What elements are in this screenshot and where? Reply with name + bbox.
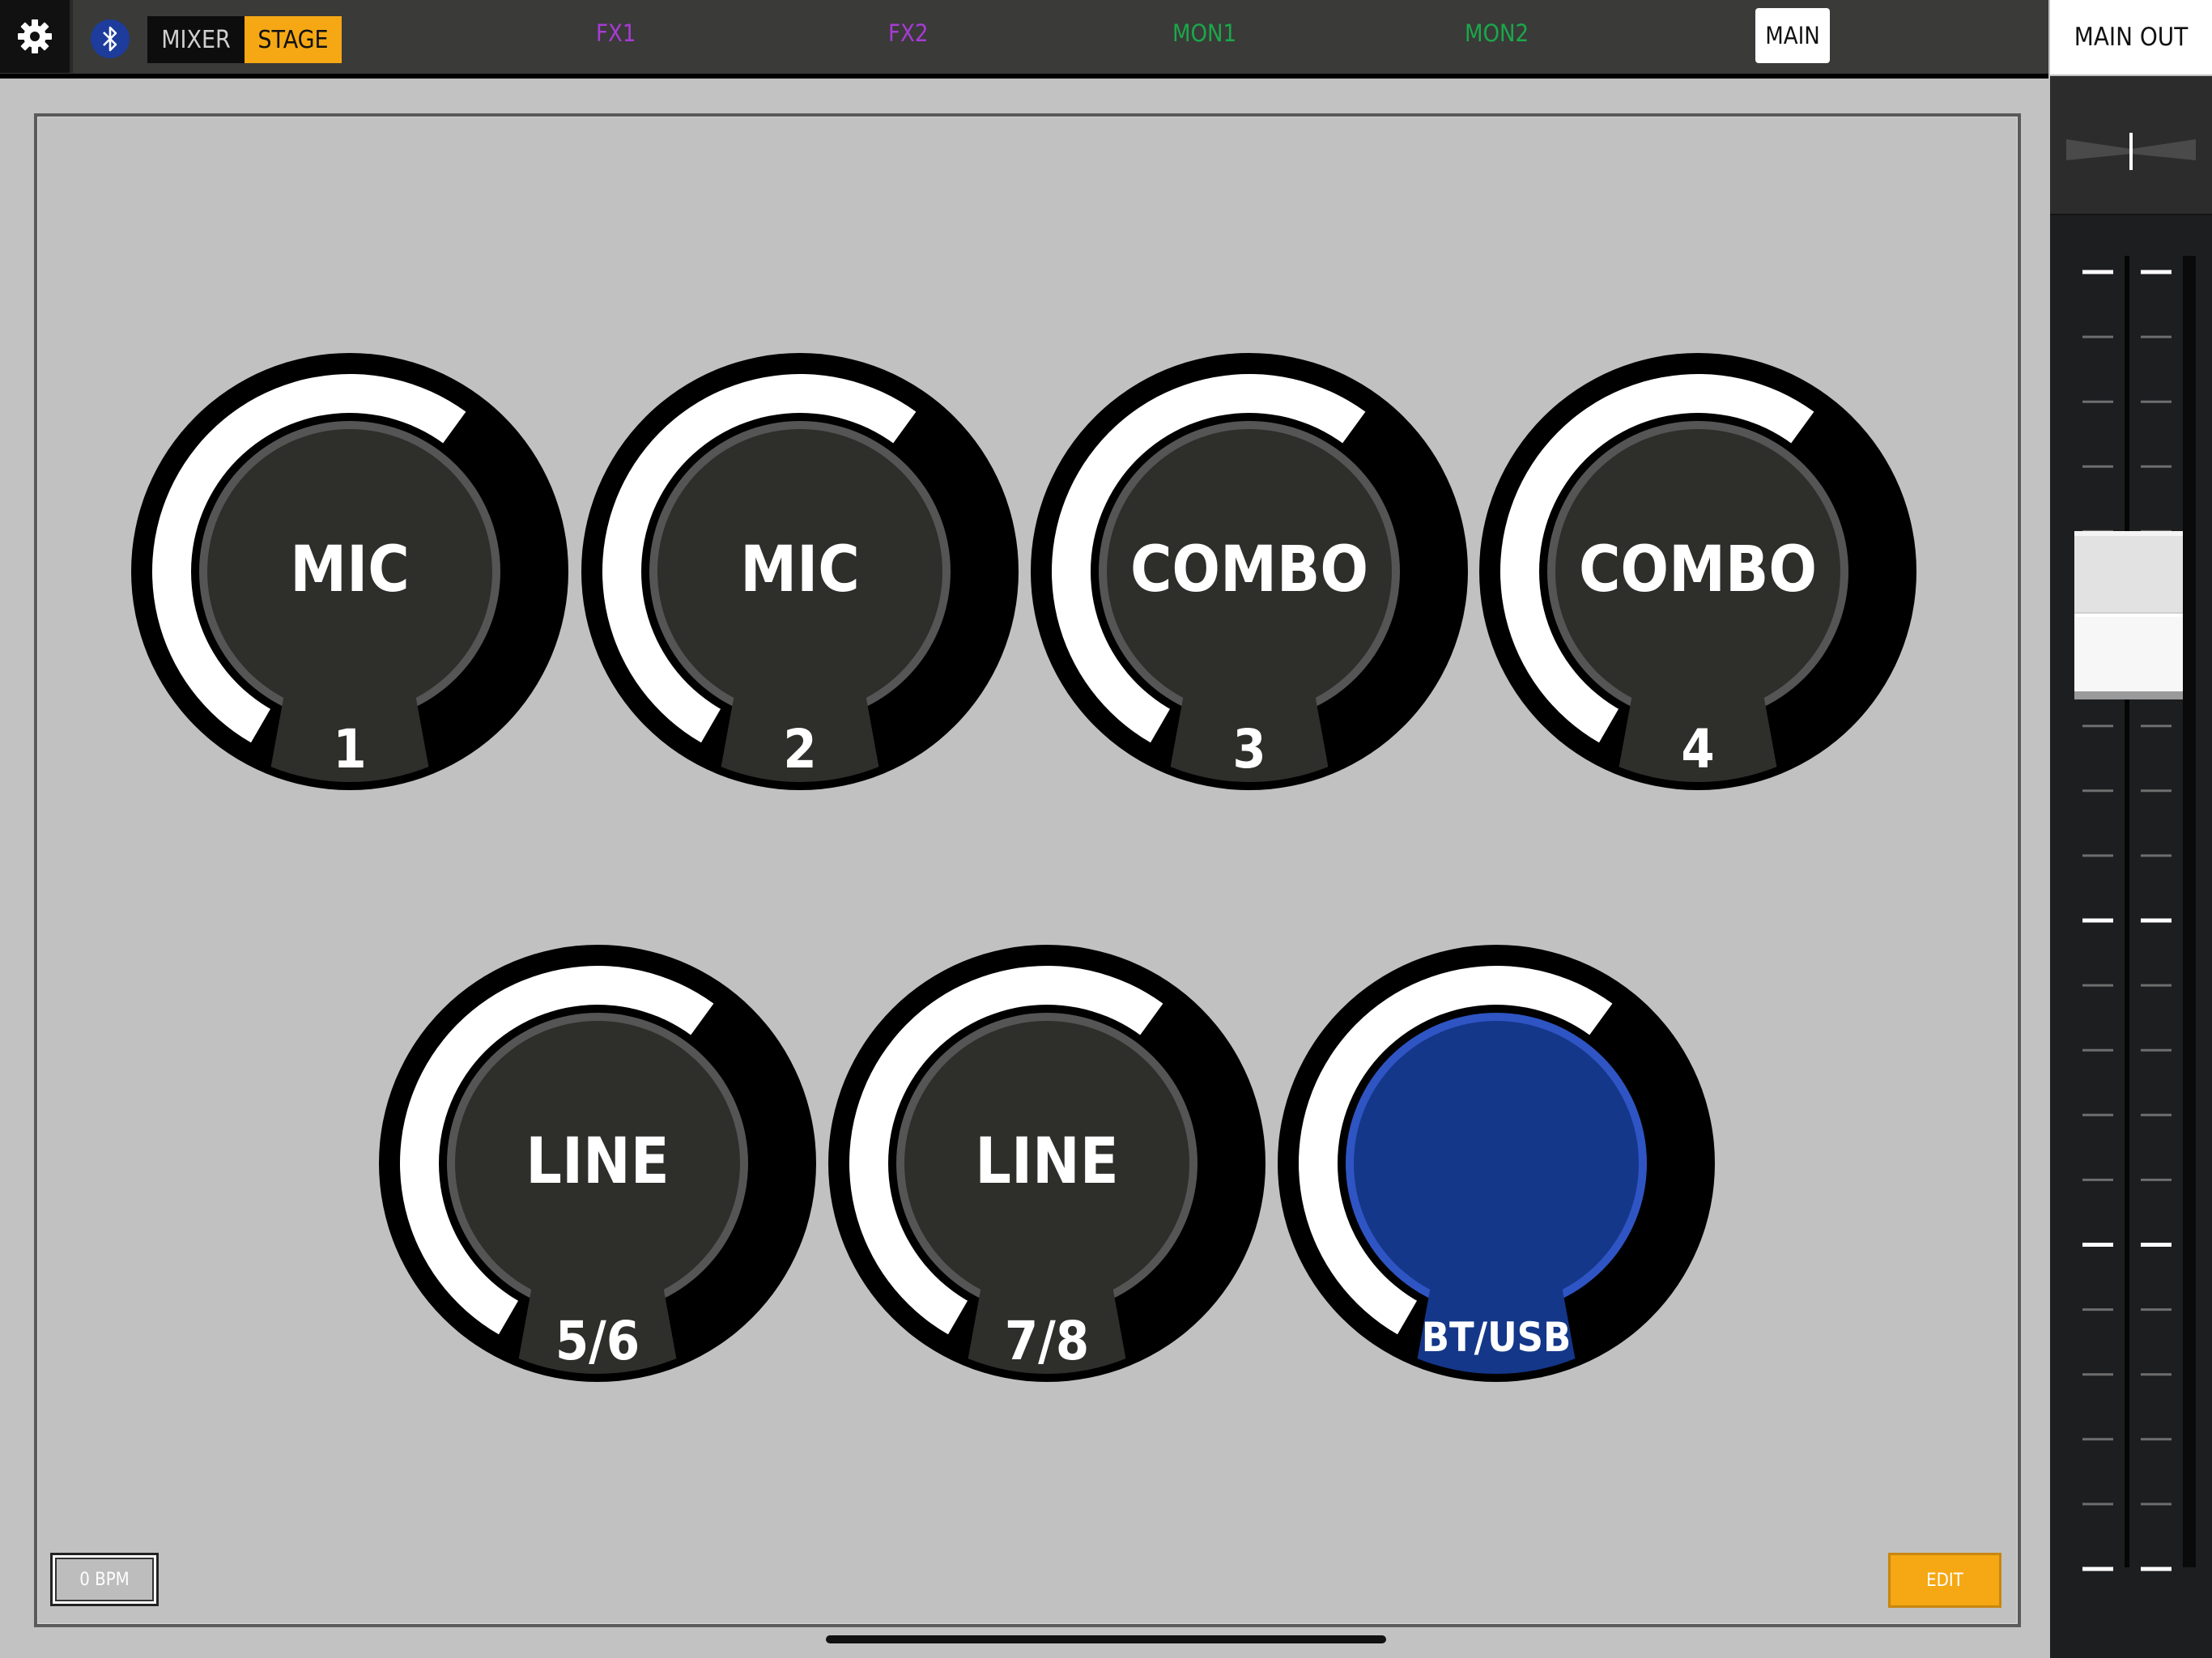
- bluetooth-icon: [103, 26, 117, 52]
- edit-button[interactable]: EDIT: [1888, 1553, 2001, 1608]
- channel-type-label: LINE: [975, 1125, 1118, 1198]
- fader-handle[interactable]: [2074, 531, 2183, 699]
- main-out-panel: [2050, 76, 2212, 1658]
- fader-scale: [2082, 270, 2172, 1571]
- stage-mode-button[interactable]: STAGE: [245, 16, 342, 63]
- home-indicator: [826, 1635, 1386, 1643]
- channel-number-label: 2: [783, 718, 816, 780]
- top-bar-divider: [0, 74, 2048, 79]
- tab-mon2[interactable]: MON2: [1465, 19, 1529, 47]
- channel-number-label: 1: [333, 718, 366, 780]
- channel-knob-3[interactable]: COMBO 3: [1031, 353, 1468, 790]
- channel-knob-4[interactable]: COMBO 4: [1479, 353, 1916, 790]
- channel-knob-1[interactable]: MIC 1: [131, 353, 568, 790]
- stage-panel: [34, 113, 2021, 1627]
- pan-control[interactable]: [2050, 76, 2212, 215]
- channel-type-label: COMBO: [1130, 534, 1368, 606]
- channel-knob-7[interactable]: BT/USB: [1278, 945, 1715, 1382]
- channel-number-label: 7/8: [1005, 1310, 1089, 1372]
- channel-number-label: 3: [1232, 718, 1266, 780]
- main-fader[interactable]: [2050, 215, 2212, 1658]
- channel-type-label: LINE: [525, 1125, 669, 1198]
- channel-knob-5[interactable]: LINE 5/6: [379, 945, 816, 1382]
- channel-number-label: BT/USB: [1422, 1314, 1572, 1361]
- view-mode-toggle: MIXER STAGE: [147, 16, 342, 63]
- channel-type-label: MIC: [290, 534, 409, 606]
- channel-type-label: COMBO: [1579, 534, 1817, 606]
- channel-knob-6[interactable]: LINE 7/8: [828, 945, 1266, 1382]
- settings-button[interactable]: [0, 0, 73, 73]
- bluetooth-button[interactable]: [91, 19, 130, 58]
- channel-knob-2[interactable]: MIC 2: [581, 353, 1019, 790]
- channel-number-label: 4: [1681, 718, 1714, 780]
- mixer-mode-button[interactable]: MIXER: [147, 16, 245, 63]
- tab-main[interactable]: MAIN: [1755, 8, 1830, 63]
- tab-mon1[interactable]: MON1: [1172, 19, 1236, 47]
- tab-fx1[interactable]: FX1: [596, 19, 636, 47]
- tab-fx2[interactable]: FX2: [888, 19, 928, 47]
- tempo-button[interactable]: 0 BPM: [50, 1553, 159, 1606]
- channel-type-label: MIC: [740, 534, 859, 606]
- tempo-label: 0 BPM: [55, 1558, 154, 1601]
- pan-indicator: [2066, 133, 2196, 170]
- gear-icon: [18, 19, 52, 53]
- channel-number-label: 5/6: [555, 1310, 640, 1372]
- main-out-label[interactable]: MAIN OUT: [2050, 0, 2212, 74]
